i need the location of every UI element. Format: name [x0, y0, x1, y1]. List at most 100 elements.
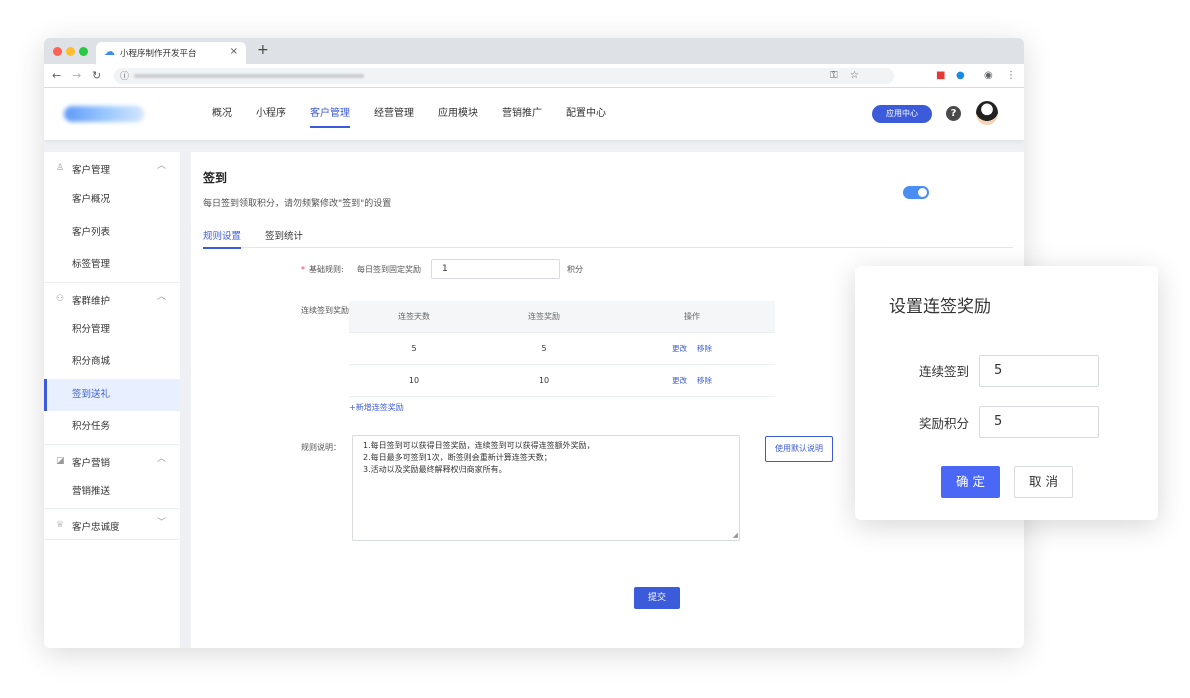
- megaphone-icon: ◪: [56, 455, 65, 466]
- page-subtitle: 每日签到领取积分，请勿频繁修改"签到"的设置: [203, 199, 392, 209]
- nav-overview[interactable]: 概况: [212, 88, 232, 140]
- nav-marketing[interactable]: 营销推广: [502, 88, 542, 140]
- edit-link[interactable]: 更改: [672, 344, 687, 353]
- basic-points-input[interactable]: 1: [431, 259, 560, 279]
- days-input[interactable]: 5: [979, 355, 1099, 387]
- cell-reward: 10: [538, 376, 550, 385]
- remove-link[interactable]: 移除: [697, 376, 712, 385]
- nav-config[interactable]: 配置中心: [566, 88, 606, 140]
- streak-table: 连签天数 连签奖励 操作 5 5 更改 移除 10 10 更改 移除: [349, 301, 775, 397]
- nav-modules[interactable]: 应用模块: [438, 88, 478, 140]
- add-streak-reward-link[interactable]: +新增连签奖励: [349, 402, 404, 413]
- rules-line: 1.每日签到可以获得日签奖励，连续签到可以获得连签额外奖励，: [363, 441, 595, 450]
- cell-days: 5: [411, 344, 417, 353]
- table-row: 10 10 更改 移除: [349, 365, 775, 397]
- tab-strip: 规则设置 签到统计: [203, 226, 1013, 249]
- blurred-url: [134, 74, 364, 78]
- tab-close-icon[interactable]: ×: [230, 46, 238, 58]
- rules-line: 3.活动以及奖励最终解释权归商家所有。: [363, 465, 507, 474]
- nav-customer[interactable]: 客户管理: [310, 88, 350, 140]
- chevron-up-icon: ︿: [156, 291, 166, 302]
- extension-red-icon[interactable]: ■: [936, 69, 945, 83]
- sidebar-item-checkin-gift[interactable]: 签到送礼: [44, 378, 180, 411]
- sidebar-group-marketing[interactable]: ◪ 客户营销 ︿: [44, 443, 180, 476]
- page-title: 签到: [203, 171, 228, 185]
- chevron-up-icon: ︿: [156, 161, 166, 171]
- basic-rule-label-text: 基础规则:: [309, 265, 344, 274]
- extension-blue-icon[interactable]: ●: [956, 69, 965, 83]
- key-icon[interactable]: ⚿: [830, 69, 838, 83]
- cell-actions: 更改 移除: [609, 365, 775, 396]
- reload-icon[interactable]: ↻: [92, 69, 101, 83]
- nav-business[interactable]: 经营管理: [374, 88, 414, 140]
- cell-reward: 5: [541, 344, 547, 353]
- table-header: 连签天数 连签奖励 操作: [349, 301, 775, 333]
- sidebar-group-label: 客户管理: [72, 165, 111, 176]
- dialog-title: 设置连签奖励: [889, 297, 991, 317]
- rules-textarea[interactable]: 1.每日签到可以获得日签奖励，连续签到可以获得连签额外奖励， 2.每日最多可签到…: [352, 435, 740, 541]
- close-window-dot[interactable]: [53, 47, 62, 56]
- new-tab-button[interactable]: +: [257, 41, 269, 59]
- help-icon[interactable]: ?: [946, 106, 961, 121]
- back-icon[interactable]: ←: [52, 69, 61, 83]
- app-header: 概况 小程序 客户管理 经营管理 应用模块 营销推广 配置中心 应用中心 ?: [44, 88, 1024, 140]
- sidebar-item-customer-list[interactable]: 客户列表: [44, 217, 180, 250]
- group-icon: ⚇: [56, 293, 65, 304]
- chevron-down-icon: ﹀: [156, 518, 166, 528]
- sidebar-item-push[interactable]: 营销推送: [44, 476, 180, 509]
- brand-logo[interactable]: [64, 106, 144, 122]
- table-row: 5 5 更改 移除: [349, 333, 775, 365]
- app-center-button[interactable]: 应用中心: [872, 105, 932, 123]
- tab-rules[interactable]: 规则设置: [203, 228, 242, 249]
- sidebar-group-customer[interactable]: ♙ 客户管理 ︿: [44, 152, 180, 184]
- use-default-rules-button[interactable]: 使用默认说明: [765, 436, 833, 462]
- streak-reward-dialog: 设置连签奖励 连续签到 5 奖励积分 5 确 定 取 消: [855, 266, 1158, 520]
- star-icon[interactable]: ☆: [850, 69, 859, 83]
- col-reward: 连签奖励: [528, 312, 560, 321]
- tab-title: 小程序制作开发平台: [120, 49, 197, 59]
- remove-link[interactable]: 移除: [697, 344, 712, 353]
- required-mark: *: [301, 265, 305, 274]
- points-label: 奖励积分: [919, 416, 970, 431]
- submit-button[interactable]: 提交: [634, 587, 680, 609]
- user-icon: ♙: [56, 163, 65, 173]
- checkin-toggle[interactable]: [903, 186, 929, 199]
- menu-kebab-icon[interactable]: ⋮: [1006, 69, 1016, 83]
- confirm-button[interactable]: 确 定: [941, 466, 1000, 498]
- col-days: 连签天数: [398, 312, 430, 321]
- tab-bar: ☁ 小程序制作开发平台 × +: [44, 38, 1024, 64]
- resize-handle-icon[interactable]: ◢: [733, 532, 738, 539]
- sidebar-group-label: 客群维护: [72, 295, 111, 307]
- basic-rule-unit: 积分: [567, 265, 583, 274]
- sidebar-group-label: 客户营销: [72, 457, 111, 469]
- col-actions: 操作: [684, 312, 700, 321]
- sidebar-group-loyalty[interactable]: ♕ 客户忠诚度 ﹀: [44, 508, 180, 540]
- sidebar-item-points-mall[interactable]: 积分商城: [44, 346, 180, 379]
- forward-icon[interactable]: →: [72, 69, 81, 83]
- basic-rule-desc: 每日签到固定奖励: [357, 265, 421, 274]
- profile-icon[interactable]: ◉: [984, 69, 993, 83]
- stage: ☁ 小程序制作开发平台 × + ← → ↻ ⓘ ⚿ ☆ ■ ● ◉ ⋮ 概况 小…: [0, 0, 1190, 698]
- browser-tab[interactable]: ☁ 小程序制作开发平台 ×: [96, 42, 246, 64]
- sidebar-item-tags[interactable]: 标签管理: [44, 249, 180, 282]
- avatar[interactable]: [976, 101, 998, 125]
- minimize-window-dot[interactable]: [66, 47, 75, 56]
- maximize-window-dot[interactable]: [79, 47, 88, 56]
- tab-stats[interactable]: 签到统计: [265, 228, 303, 242]
- basic-rule-label: * 基础规则:: [301, 264, 344, 275]
- streak-label: 连续签到奖励:: [301, 306, 352, 315]
- points-input[interactable]: 5: [979, 406, 1099, 438]
- address-bar: ← → ↻ ⓘ ⚿ ☆ ■ ● ◉ ⋮: [44, 64, 1024, 88]
- chevron-up-icon: ︿: [156, 453, 166, 464]
- top-nav: 概况 小程序 客户管理 经营管理 应用模块 营销推广 配置中心: [212, 88, 630, 140]
- info-icon[interactable]: ⓘ: [120, 69, 129, 82]
- cancel-button[interactable]: 取 消: [1014, 466, 1073, 498]
- nav-miniprogram[interactable]: 小程序: [256, 88, 286, 140]
- sidebar-item-points[interactable]: 积分管理: [44, 314, 180, 347]
- sidebar-item-points-task[interactable]: 积分任务: [44, 411, 180, 444]
- edit-link[interactable]: 更改: [672, 376, 687, 385]
- url-field[interactable]: ⓘ ⚿ ☆: [114, 68, 894, 84]
- sidebar-item-customer-overview[interactable]: 客户概况: [44, 184, 180, 217]
- sidebar-group-maintenance[interactable]: ⚇ 客群维护 ︿: [44, 281, 180, 314]
- rules-line: 2.每日最多可签到1次，断签则会重新计算连签天数；: [363, 453, 552, 462]
